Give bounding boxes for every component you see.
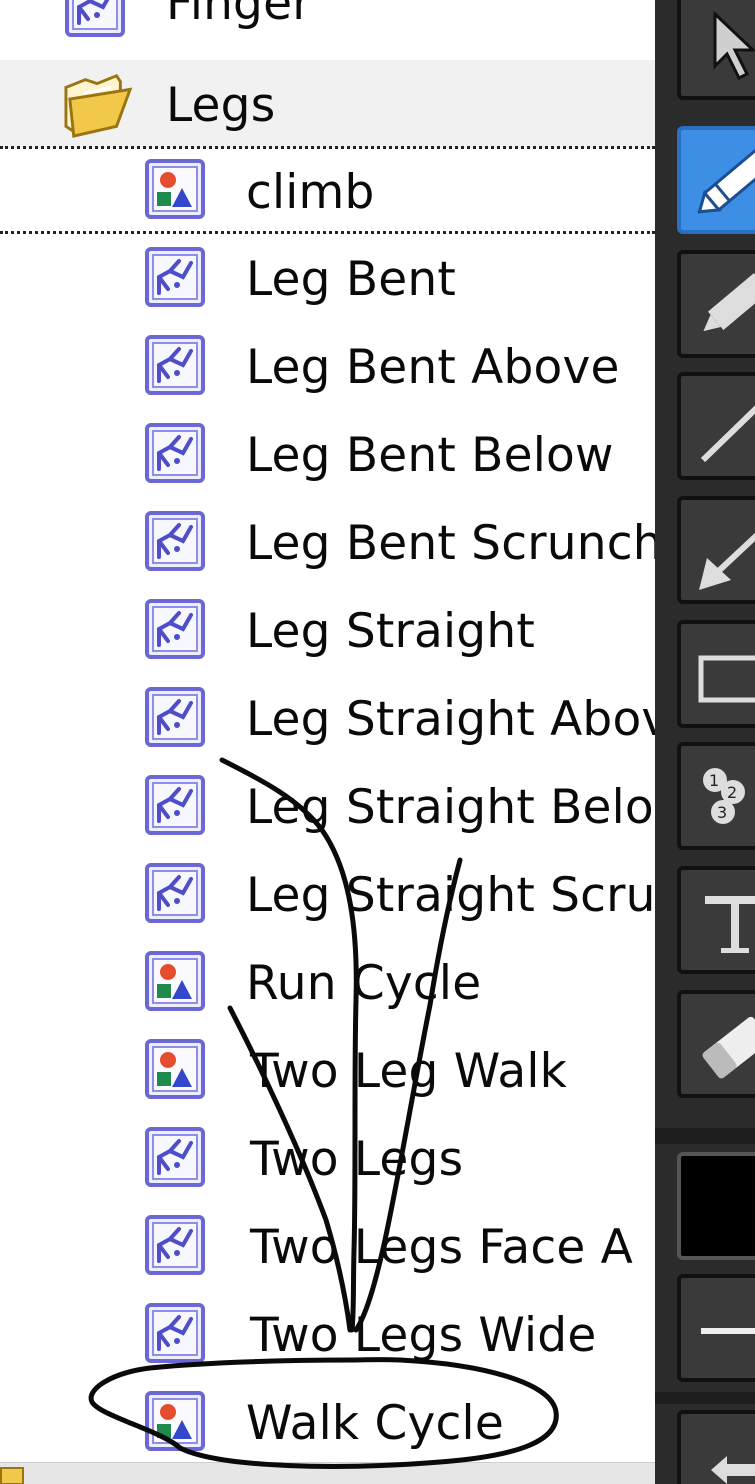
text-icon bbox=[705, 896, 755, 953]
numbering-icon: 123 bbox=[703, 768, 745, 824]
animation-icon bbox=[144, 1390, 206, 1452]
pose-icon bbox=[144, 334, 206, 396]
tree-item-finger[interactable]: Finger bbox=[0, 0, 655, 60]
tree-item-leg-bent[interactable]: Leg Bent bbox=[0, 236, 655, 324]
pose-icon bbox=[144, 422, 206, 484]
pose-icon bbox=[144, 774, 206, 836]
tree-item-label: Leg Straight Above bbox=[246, 692, 655, 747]
text-tool-button[interactable] bbox=[677, 866, 755, 974]
tree-item-label: Leg Bent Above bbox=[246, 340, 620, 395]
arrow-tool-button[interactable] bbox=[677, 496, 755, 604]
rectangle-tool-button[interactable] bbox=[677, 620, 755, 728]
animation-icon bbox=[144, 950, 206, 1012]
pose-icon bbox=[144, 510, 206, 572]
animation-icon bbox=[144, 1038, 206, 1100]
tree-item-walk-cycle[interactable]: Walk Cycle bbox=[0, 1380, 655, 1468]
tree-item-two-legs[interactable]: Two Legs bbox=[0, 1116, 655, 1204]
color-swatch-icon bbox=[701, 1176, 755, 1238]
pose-icon bbox=[144, 1126, 206, 1188]
tree-item-leg-straight-scrunch[interactable]: Leg Straight Scrunch bbox=[0, 852, 655, 940]
highlighter-tool-button[interactable] bbox=[677, 250, 755, 358]
line-tool-button[interactable] bbox=[677, 372, 755, 480]
tree-item-label: Run Cycle bbox=[246, 956, 482, 1011]
highlighter-icon bbox=[703, 273, 755, 332]
select-tool-button[interactable] bbox=[677, 0, 755, 100]
animation-icon bbox=[144, 158, 206, 220]
tree-item-label: Two Legs bbox=[250, 1132, 464, 1187]
tree-item-legs-folder[interactable]: Legs bbox=[0, 60, 655, 148]
pose-icon bbox=[144, 862, 206, 924]
eraser-icon bbox=[702, 1016, 755, 1079]
pose-icon bbox=[144, 246, 206, 308]
pose-icon bbox=[144, 686, 206, 748]
tree-item-two-legs-wide[interactable]: Two Legs Wide bbox=[0, 1292, 655, 1380]
line-width-button[interactable] bbox=[677, 1274, 755, 1382]
tree-item-label: Walk Cycle bbox=[246, 1396, 504, 1451]
tree-item-leg-straight-below[interactable]: Leg Straight Below bbox=[0, 764, 655, 852]
svg-text:3: 3 bbox=[717, 803, 727, 822]
folder-icon bbox=[0, 1467, 24, 1484]
select-arrow-icon bbox=[713, 10, 755, 81]
tree-item-label: climb bbox=[246, 165, 375, 220]
tree-item-leg-straight-above[interactable]: Leg Straight Above bbox=[0, 676, 655, 764]
pose-icon bbox=[144, 598, 206, 660]
pose-icon bbox=[144, 1302, 206, 1364]
tree-item-climb[interactable]: climb bbox=[0, 146, 655, 234]
library-tree: Finger Legs climb Leg Bent Leg Bent Abov… bbox=[0, 0, 655, 1484]
tree-item-label: Two Legs Face A bbox=[250, 1220, 633, 1275]
tree-item-leg-bent-below[interactable]: Leg Bent Below bbox=[0, 412, 655, 500]
tree-item-leg-straight[interactable]: Leg Straight bbox=[0, 588, 655, 676]
pencil-tool-button[interactable] bbox=[677, 126, 755, 234]
svg-text:1: 1 bbox=[709, 771, 719, 790]
annotation-toolbar: 123 bbox=[655, 0, 755, 1484]
folder-open-icon bbox=[60, 68, 138, 138]
tree-item-label: Leg Straight Scrunch bbox=[246, 868, 655, 923]
pose-icon bbox=[64, 0, 126, 38]
tree-item-label: Leg Straight bbox=[246, 604, 535, 659]
svg-text:2: 2 bbox=[727, 783, 737, 802]
eraser-tool-button[interactable] bbox=[677, 990, 755, 1098]
arrow-icon bbox=[699, 532, 755, 590]
tree-item-leg-bent-scrunch[interactable]: Leg Bent Scrunch bbox=[0, 500, 655, 588]
tree-item-label: Leg Bent Below bbox=[246, 428, 614, 483]
color-swatch-button[interactable] bbox=[677, 1152, 755, 1260]
tree-item-label: Finger bbox=[166, 0, 312, 31]
line-icon bbox=[700, 405, 755, 463]
tree-item-run-cycle[interactable]: Run Cycle bbox=[0, 940, 655, 1028]
tree-item-label: Two Legs Wide bbox=[250, 1308, 597, 1363]
tree-item-label: Two Leg Walk bbox=[250, 1044, 568, 1099]
pencil-icon bbox=[697, 145, 755, 214]
tree-item-label: Legs bbox=[166, 78, 276, 133]
tree-footer-bar bbox=[0, 1462, 655, 1484]
tree-item-leg-bent-above[interactable]: Leg Bent Above bbox=[0, 324, 655, 412]
undo-icon bbox=[711, 1456, 755, 1484]
toolbar-divider bbox=[655, 1128, 755, 1144]
line-width-icon bbox=[701, 1328, 755, 1334]
numbering-tool-button[interactable]: 123 bbox=[677, 742, 755, 850]
pose-icon bbox=[144, 1214, 206, 1276]
undo-button[interactable] bbox=[677, 1410, 755, 1484]
toolbar-divider bbox=[655, 1392, 755, 1404]
rectangle-icon bbox=[698, 655, 755, 703]
tree-item-label: Leg Straight Below bbox=[246, 780, 655, 835]
tree-item-label: Leg Bent Scrunch bbox=[246, 516, 655, 571]
tree-item-two-leg-walk[interactable]: Two Leg Walk bbox=[0, 1028, 655, 1116]
tree-item-two-legs-face-a[interactable]: Two Legs Face A bbox=[0, 1204, 655, 1292]
tree-item-label: Leg Bent bbox=[246, 252, 457, 307]
